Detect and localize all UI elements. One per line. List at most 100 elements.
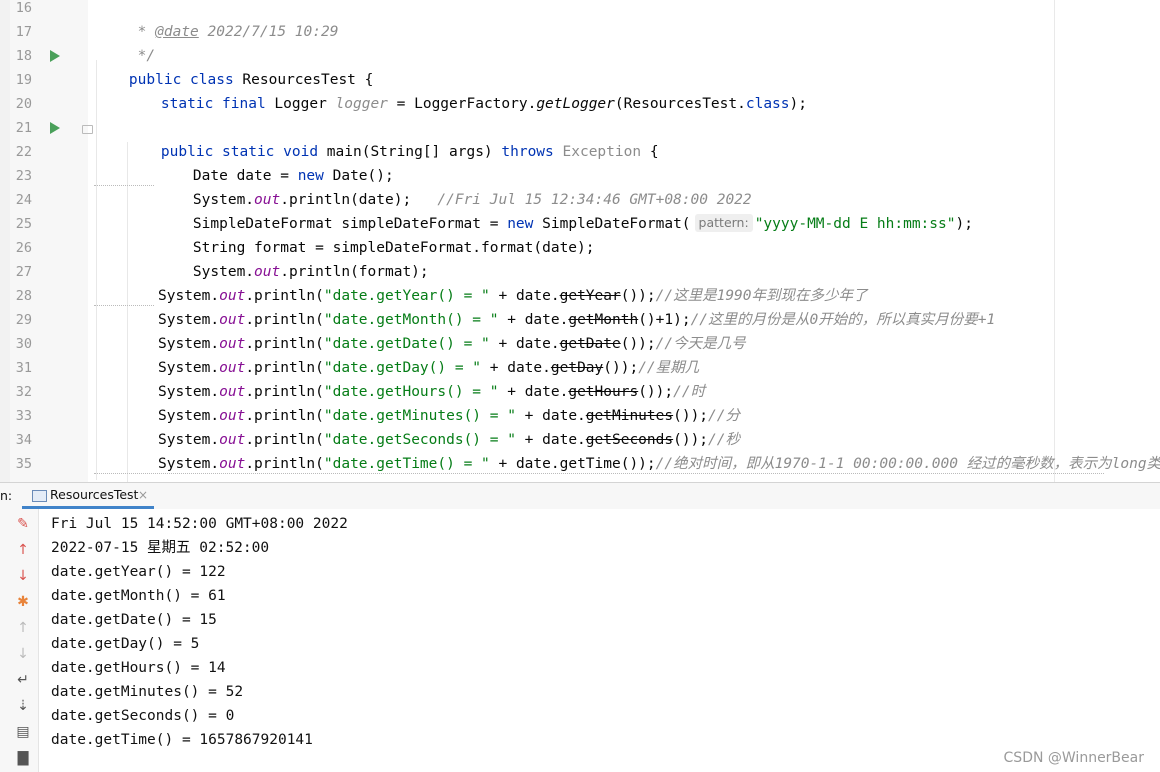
line-number[interactable]: 25 xyxy=(10,212,32,236)
line-number[interactable]: 22 xyxy=(10,140,32,164)
warning-underline xyxy=(94,470,1104,474)
code-line-22[interactable]: Date date = new Date(); xyxy=(158,140,394,184)
line-number[interactable]: 27 xyxy=(10,260,32,284)
line-number[interactable]: 26 xyxy=(10,236,32,260)
line-number[interactable]: 32 xyxy=(10,380,32,404)
code-line-25[interactable]: String format = simpleDateFormat.format(… xyxy=(158,212,595,256)
line-number[interactable]: 29 xyxy=(10,308,32,332)
scroll-down-icon[interactable]: ↓ xyxy=(11,642,35,666)
code-line-32[interactable]: System.out.println("date.getHours() = " … xyxy=(158,380,705,404)
run-gutter-icon[interactable] xyxy=(50,50,60,62)
print-icon[interactable]: ▤ xyxy=(11,720,35,744)
comment: //这里是1990年到现在多少年了 xyxy=(655,288,868,304)
console-line: date.getMonth() = 61 xyxy=(51,588,226,604)
line-number[interactable]: 34 xyxy=(10,428,32,452)
string-literal: "date.getMonth() = " xyxy=(323,312,499,328)
line-number[interactable]: 20 xyxy=(10,92,32,116)
console-output[interactable]: Fri Jul 15 14:52:00 GMT+08:00 2022 2022-0… xyxy=(39,509,1160,772)
code-text: .println( xyxy=(245,312,324,328)
code-text: + date. xyxy=(515,432,586,448)
keyword: static final xyxy=(160,96,266,112)
code-text: System. xyxy=(158,384,220,400)
line-number[interactable]: 33 xyxy=(10,404,32,428)
string-literal: "date.getSeconds() = " xyxy=(323,432,516,448)
code-text: + date. xyxy=(498,384,569,400)
edit-config-icon[interactable]: ✎ xyxy=(11,512,35,536)
line-number[interactable]: 16 xyxy=(10,0,32,20)
deprecated-method: getSeconds xyxy=(585,432,674,448)
line-number[interactable]: 31 xyxy=(10,356,32,380)
warning-underline xyxy=(94,182,154,186)
line-number[interactable]: 17 xyxy=(10,20,32,44)
close-icon[interactable]: × xyxy=(138,483,148,507)
string-literal: "date.getDay() = " xyxy=(323,360,482,376)
static-method: getLogger xyxy=(536,96,615,112)
line-number[interactable]: 28 xyxy=(10,284,32,308)
deprecated-method: getDate xyxy=(559,336,621,352)
line-number[interactable]: 19 xyxy=(10,68,32,92)
code-line-18[interactable]: public class ResourcesTest { xyxy=(94,44,373,88)
comment: //分 xyxy=(708,408,740,424)
code-text: System. xyxy=(158,288,220,304)
code-line-24[interactable]: SimpleDateFormat simpleDateFormat = new … xyxy=(158,188,973,232)
console-line: 2022-07-15 星期五 02:52:00 xyxy=(51,540,270,556)
string-literal: "date.getYear() = " xyxy=(323,288,490,304)
debug-icon[interactable]: ✱ xyxy=(11,590,35,614)
code-line-21[interactable]: public static void main(String[] args) t… xyxy=(126,116,659,160)
code-text: = LoggerFactory. xyxy=(387,96,537,112)
code-line-30[interactable]: System.out.println("date.getDate() = " +… xyxy=(158,332,746,356)
code-text: System. xyxy=(192,264,255,280)
comment: //今天是几号 xyxy=(655,336,746,352)
run-tool-window-header: n: ResourcesTest × xyxy=(0,482,1160,510)
scroll-up-icon[interactable]: ↑ xyxy=(11,616,35,640)
static-field: out xyxy=(254,264,281,280)
code-line-29[interactable]: System.out.println("date.getMonth() = " … xyxy=(158,308,995,332)
keyword: class xyxy=(745,96,790,112)
line-number[interactable]: 35 xyxy=(10,452,32,476)
code-line-17[interactable]: */ xyxy=(94,20,155,64)
soft-wrap-icon[interactable]: ↵ xyxy=(11,668,35,692)
line-number[interactable]: 23 xyxy=(10,164,32,188)
code-text: ()); xyxy=(603,360,639,376)
code-text: ()); xyxy=(638,384,674,400)
code-editor[interactable]: 16 17 18 19 20 21 22 23 24 25 26 27 28 29 30 31 32 33 34 35… xyxy=(0,0,1160,482)
down-arrow-icon[interactable]: ↓ xyxy=(11,564,35,588)
code-line-26[interactable]: System.out.println(format); xyxy=(158,236,429,280)
console-line: date.getHours() = 14 xyxy=(51,660,226,676)
console-line: date.getTime() = 1657867920141 xyxy=(51,732,313,748)
code-line-23[interactable]: System.out.println(date); //Fri Jul 15 1… xyxy=(158,164,752,208)
code-text: ()+1); xyxy=(638,312,691,328)
code-text: .println(format); xyxy=(280,264,429,280)
trash-icon[interactable]: ▇ xyxy=(11,746,35,770)
deprecated-method: getMonth xyxy=(568,312,639,328)
string-literal: "date.getHours() = " xyxy=(323,384,499,400)
run-toolbar: ✎ ↑ ↓ ✱ ↑ ↓ ↵ ⇣ ▤ ▇ xyxy=(0,509,39,772)
code-text: ()); xyxy=(620,336,656,352)
code-text: + date. xyxy=(498,312,569,328)
line-number[interactable]: 21 xyxy=(10,116,32,140)
code-text: { xyxy=(641,144,659,160)
fold-icon[interactable] xyxy=(82,125,93,134)
line-number[interactable]: 30 xyxy=(10,332,32,356)
code-text: .println( xyxy=(245,288,324,304)
deprecated-method: getMinutes xyxy=(585,408,674,424)
parameter-hint: pattern: xyxy=(694,214,753,232)
console-icon xyxy=(32,490,47,502)
line-number[interactable]: 24 xyxy=(10,188,32,212)
warning-underline xyxy=(94,302,154,306)
tab-resources-test[interactable]: ResourcesTest × xyxy=(22,483,154,509)
code-line-34[interactable]: System.out.println("date.getSeconds() = … xyxy=(158,428,740,452)
code-text: Logger xyxy=(265,96,336,112)
code-line-33[interactable]: System.out.println("date.getMinutes() = … xyxy=(158,404,740,428)
scroll-to-end-icon[interactable]: ⇣ xyxy=(11,694,35,718)
line-number[interactable]: 18 xyxy=(10,44,32,68)
code-line-16[interactable]: * @date 2022/7/15 10:29 xyxy=(94,0,339,40)
code-line-31[interactable]: System.out.println("date.getDay() = " + … xyxy=(158,356,699,380)
code-line-19[interactable]: static final Logger logger = LoggerFacto… xyxy=(126,68,807,112)
console-line: date.getSeconds() = 0 xyxy=(51,708,235,724)
code-line-28[interactable]: System.out.println("date.getYear() = " +… xyxy=(158,284,868,308)
run-gutter-icon[interactable] xyxy=(50,122,60,134)
unused-field: logger xyxy=(335,96,388,112)
up-arrow-icon[interactable]: ↑ xyxy=(11,538,35,562)
console-line: date.getDay() = 5 xyxy=(51,636,200,652)
